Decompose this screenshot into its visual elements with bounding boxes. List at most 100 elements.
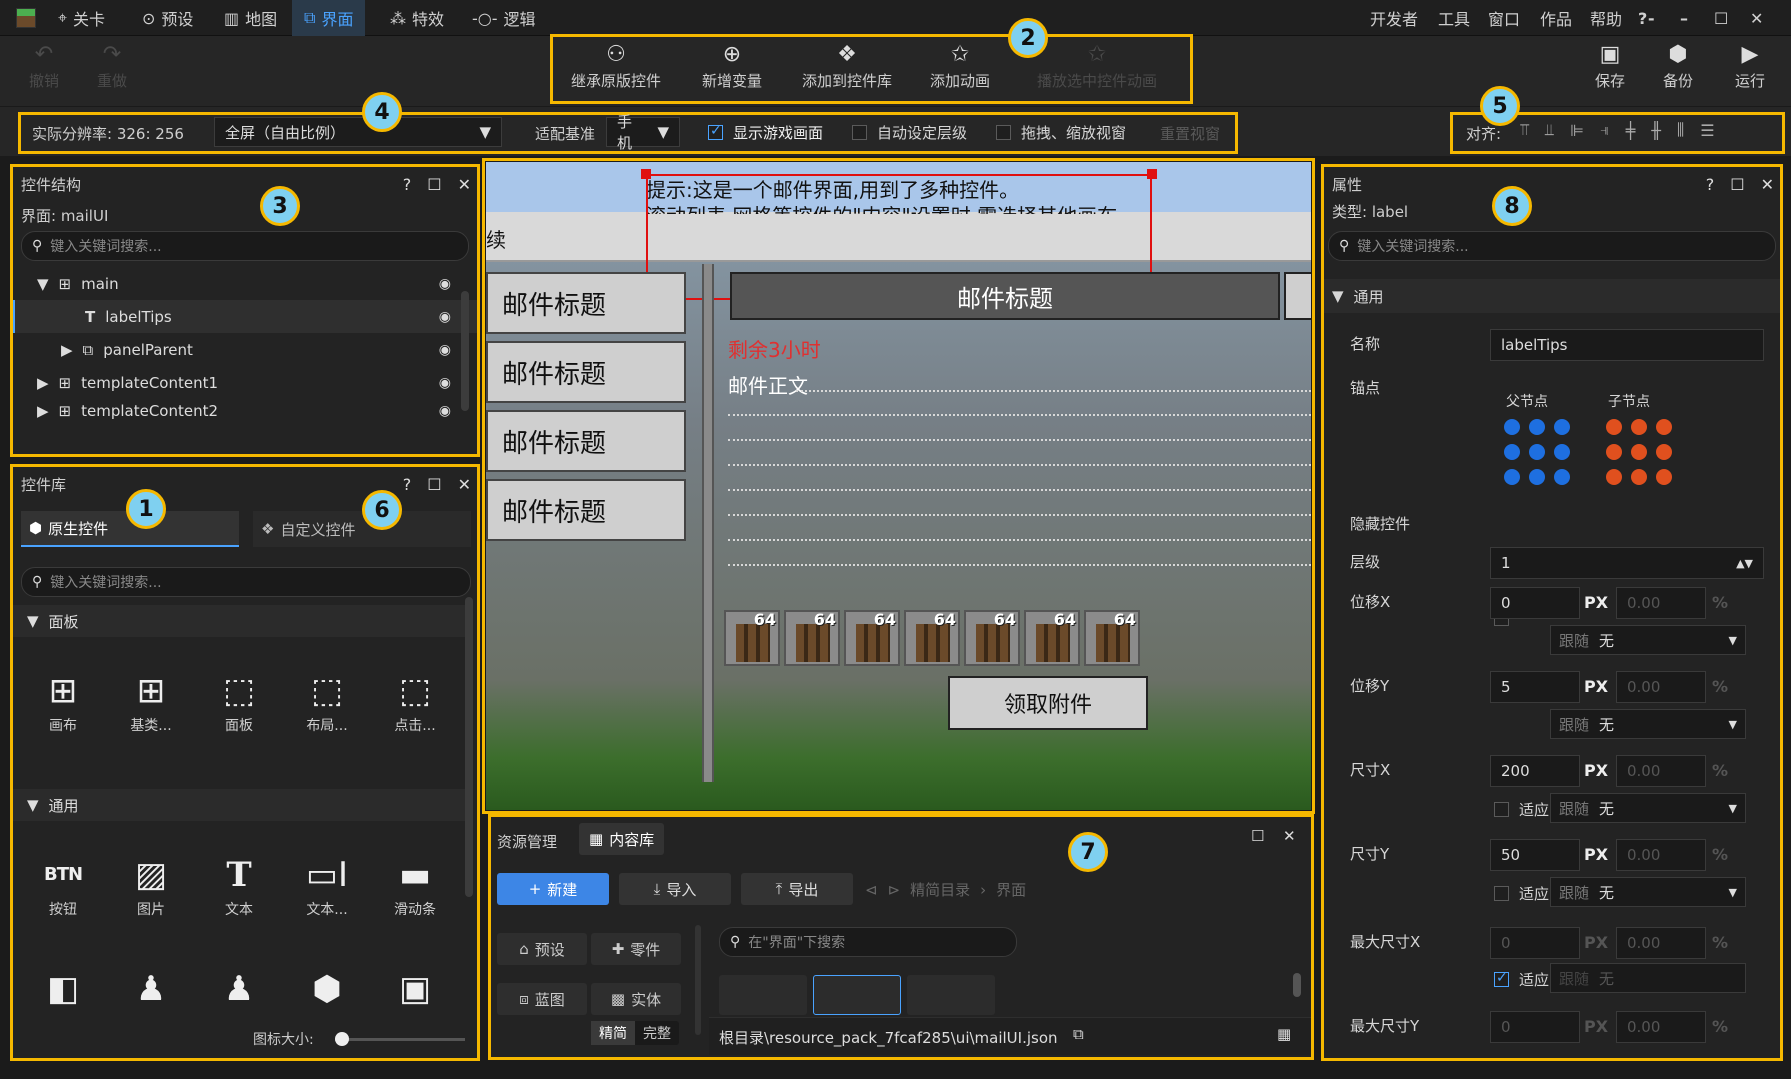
eye-icon[interactable]: ◉ [439,309,451,325]
inherit-control-button[interactable]: ⚇ 继承原版控件 [556,42,676,91]
sizey-input[interactable]: 50 [1490,839,1580,871]
eye-icon[interactable]: ◉ [439,276,451,292]
help-shortcut-icon[interactable]: ?⁃ [1638,0,1655,36]
lib-item-toggle[interactable]: ◧ [23,965,103,1013]
name-input[interactable]: labelTips [1490,329,1764,361]
tab-custom-controls[interactable]: ❖ 自定义控件 [253,511,471,547]
back-icon[interactable]: ⊲ [865,881,878,899]
tree-node-panelparent[interactable]: ▶ ⧉ panelParent ◉ [13,333,477,366]
close-icon[interactable]: ✕ [1761,175,1774,194]
auto-layer-checkbox[interactable] [852,125,867,140]
maximize-icon[interactable]: ☐ [427,475,441,494]
section-general[interactable]: ▼ 通用 [1324,279,1780,313]
lib-item-canvas[interactable]: ⊞ 画布 [23,667,103,735]
lib-item-person-b[interactable]: ♟ [199,965,279,1013]
max-sizex-follow-select[interactable]: 跟随无 [1550,963,1746,993]
resource-tile[interactable] [719,975,807,1015]
icon-size-slider-handle[interactable] [335,1032,349,1046]
close-icon[interactable]: ✕ [1750,0,1763,36]
max-sizex-unit[interactable]: PX [1584,933,1608,952]
structure-search-input[interactable]: ⚲ 键入关键词搜索... [21,231,469,261]
menu-developer[interactable]: 开发者 [1370,0,1418,36]
close-icon[interactable]: ✕ [458,475,471,494]
reset-view-button[interactable]: 重置视窗 [1160,123,1220,144]
close-icon[interactable]: ✕ [458,175,471,194]
add-animation-button[interactable]: ✩ 添加动画 [900,42,1020,91]
posx-percent-unit[interactable]: % [1712,593,1728,612]
copy-path-icon[interactable]: ⧉ [1073,1025,1084,1043]
posy-follow-select[interactable]: 跟随无 ▼ [1550,709,1746,739]
tab-resource-manage[interactable]: 资源管理 [497,831,557,852]
sizey-percent-input[interactable]: 0.00 [1616,839,1706,871]
resource-search-input[interactable]: ⚲ 在"界面"下搜索 [719,927,1017,957]
expand-arrow-icon[interactable]: ▶ [37,374,49,392]
sizex-fit-toggle[interactable]: 适应 [1494,799,1549,820]
category-part[interactable]: ✚ 零件 [591,933,681,965]
add-to-library-button[interactable]: ❖ 添加到控件库 [786,42,908,91]
posx-input[interactable]: 0 [1490,587,1580,619]
lib-item-frame[interactable]: ▣ [375,965,455,1013]
stepper-icon[interactable]: ▲▼ [1736,557,1753,570]
tree-node-templatecontent1[interactable]: ▶ ⊞ templateContent1 ◉ [13,366,477,399]
menu-tools[interactable]: 工具 [1438,0,1470,36]
mode-simple[interactable]: 精简 [591,1021,635,1045]
save-button[interactable]: ▣ 保存 [1580,42,1640,91]
sizex-input[interactable]: 200 [1490,755,1580,787]
max-sizex-percent-input[interactable]: 0.00 [1616,927,1706,959]
posx-percent-input[interactable]: 0.00 [1616,587,1706,619]
category-blueprint[interactable]: ⧈ 蓝图 [497,983,587,1015]
backup-button[interactable]: ⬢ 备份 [1648,42,1708,91]
lib-item-panel[interactable]: ⬚ 面板 [199,667,279,735]
auto-layer-toggle[interactable]: 自动设定层级 [852,122,967,143]
align-right-icon[interactable]: ⫣ [1600,120,1610,140]
resource-tile[interactable] [907,975,995,1015]
section-common[interactable]: ▼ 通用 [13,789,469,821]
library-scrollbar[interactable] [465,597,473,897]
adapt-select[interactable]: 手机 ▼ [606,113,680,152]
eye-icon[interactable]: ◉ [439,342,451,358]
sizey-percent-unit[interactable]: % [1712,845,1728,864]
lib-item-textinput[interactable]: ▭I 文本... [287,851,367,919]
mode-toggle[interactable]: 精简 完整 [591,1021,679,1045]
tab-preset[interactable]: ⊙ 预设 [136,0,199,36]
section-panel[interactable]: ▼ 面板 [13,605,469,637]
layer-input[interactable]: 1 ▲▼ [1490,547,1764,579]
distribute-h-icon[interactable]: ⫼ [1677,120,1684,140]
align-vcenter-icon[interactable]: ╫ [1651,121,1661,140]
forward-icon[interactable]: ⊳ [888,881,901,899]
lib-item-3d[interactable]: ⬢ [287,965,367,1013]
distribute-v-icon[interactable]: ☰ [1700,121,1714,140]
sizey-unit[interactable]: PX [1584,845,1608,864]
expand-arrow-icon[interactable]: ▶ [37,402,49,420]
structure-scrollbar[interactable] [461,291,469,411]
tab-logic[interactable]: -○- 逻辑 [466,0,542,36]
category-preset[interactable]: ⌂ 预设 [497,933,587,965]
sizey-fit-toggle[interactable]: 适应 [1494,883,1549,904]
screen-mode-select[interactable]: 全屏（自由比例） ▼ [214,117,502,147]
show-game-checkbox[interactable] [708,123,723,140]
expand-arrow-icon[interactable]: ▶ [61,341,73,359]
eye-icon[interactable]: ◉ [439,375,451,391]
align-bottom-icon[interactable]: ⫫ [1545,120,1554,140]
redo-button[interactable]: ↷ 重做 [52,42,172,91]
eye-icon[interactable]: ◉ [439,403,451,419]
new-button[interactable]: + 新建 [497,873,609,905]
align-top-icon[interactable]: ⫪ [1520,120,1529,140]
tab-map[interactable]: ▥ 地图 [218,0,283,36]
max-sizey-unit[interactable]: PX [1584,1017,1608,1036]
lib-item-person-a[interactable]: ♟ [111,965,191,1013]
max-sizex-fit-checkbox[interactable] [1494,970,1509,987]
menu-works[interactable]: 作品 [1540,0,1572,36]
show-game-toggle[interactable]: 显示游戏画面 [708,122,823,143]
tree-node-labeltips[interactable]: TlabelTips ◉ [13,300,477,333]
drag-zoom-toggle[interactable]: 拖拽、缩放视窗 [996,122,1126,143]
align-hcenter-icon[interactable]: ╪ [1626,121,1636,140]
sizex-unit[interactable]: PX [1584,761,1608,780]
posx-follow-select[interactable]: 跟随无 ▼ [1550,625,1746,655]
resource-scrollbar[interactable] [1293,973,1301,997]
help-icon[interactable]: ? [403,175,412,194]
tab-content-library[interactable]: ▦ 内容库 [579,823,665,855]
lib-item-text[interactable]: T 文本 [199,851,279,919]
posx-unit[interactable]: PX [1584,593,1608,612]
max-sizex-fit-toggle[interactable]: 适应 [1494,969,1549,990]
